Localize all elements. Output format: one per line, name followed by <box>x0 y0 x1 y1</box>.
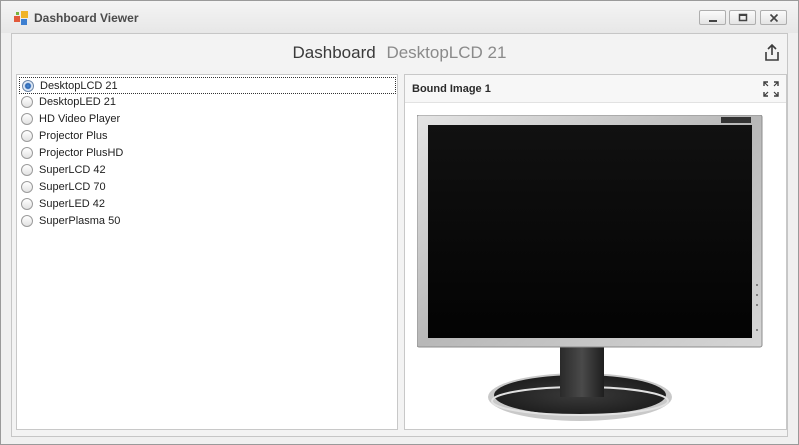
radio-icon[interactable] <box>21 215 33 227</box>
list-item-label: SuperLCD 42 <box>39 164 106 176</box>
minimize-button[interactable] <box>699 10 726 25</box>
product-list-panel: DesktopLCD 21 DesktopLED 21 HD Video Pla… <box>16 74 398 430</box>
list-item-label: SuperLED 42 <box>39 198 106 210</box>
list-item-label: SuperLCD 70 <box>39 181 106 193</box>
list-item[interactable]: HD Video Player <box>19 111 396 128</box>
app-icon <box>14 11 28 25</box>
list-item[interactable]: SuperLED 42 <box>19 196 396 213</box>
radio-icon[interactable] <box>21 96 33 108</box>
desktop-monitor-image <box>417 115 763 421</box>
radio-icon[interactable] <box>21 164 33 176</box>
panel-caption-title: Bound Image 1 <box>412 83 491 95</box>
list-item[interactable]: DesktopLCD 21 <box>19 77 396 94</box>
close-icon <box>769 13 779 23</box>
dashboard-viewer-window: Dashboard Viewer Dashboard DesktopLCD 21 <box>0 0 799 445</box>
list-item-label: SuperPlasma 50 <box>39 215 121 227</box>
maximize-icon <box>738 13 748 22</box>
radio-icon[interactable] <box>21 181 33 193</box>
minimize-icon <box>709 20 717 22</box>
list-item[interactable]: SuperPlasma 50 <box>19 213 396 230</box>
list-item-label: Projector PlusHD <box>39 147 124 159</box>
maximize-button[interactable] <box>729 10 756 25</box>
list-item-label: DesktopLED 21 <box>39 96 117 108</box>
dashboard-surface: Dashboard DesktopLCD 21 DesktopLCD 21 De… <box>11 33 788 437</box>
list-item-label: Projector Plus <box>39 130 108 142</box>
list-item[interactable]: Projector PlusHD <box>19 145 396 162</box>
list-item-label: HD Video Player <box>39 113 121 125</box>
radio-icon[interactable] <box>21 113 33 125</box>
maximize-panel-button[interactable] <box>763 81 779 97</box>
window-title: Dashboard Viewer <box>34 11 139 25</box>
panel-caption: Bound Image 1 <box>405 75 786 103</box>
radio-icon[interactable] <box>21 147 33 159</box>
export-icon <box>765 43 779 61</box>
list-item[interactable]: SuperLCD 42 <box>19 162 396 179</box>
bound-image-panel: Bound Image 1 <box>404 74 787 430</box>
list-item[interactable]: DesktopLED 21 <box>19 94 396 111</box>
dashboard-title-main: Dashboard <box>292 43 376 62</box>
radio-selected-icon[interactable] <box>22 80 34 92</box>
radio-icon[interactable] <box>21 130 33 142</box>
dashboard-header: Dashboard DesktopLCD 21 <box>12 34 787 72</box>
list-item[interactable]: SuperLCD 70 <box>19 179 396 196</box>
dashboard-title: Dashboard DesktopLCD 21 <box>12 43 787 63</box>
expand-icon <box>763 81 779 97</box>
title-bar[interactable]: Dashboard Viewer <box>1 1 798 33</box>
export-button[interactable] <box>761 42 783 64</box>
dashboard-title-subtitle: DesktopLCD 21 <box>386 43 507 62</box>
radio-icon[interactable] <box>21 198 33 210</box>
list-item-label: DesktopLCD 21 <box>40 80 118 92</box>
list-item[interactable]: Projector Plus <box>19 128 396 145</box>
close-button[interactable] <box>760 10 787 25</box>
